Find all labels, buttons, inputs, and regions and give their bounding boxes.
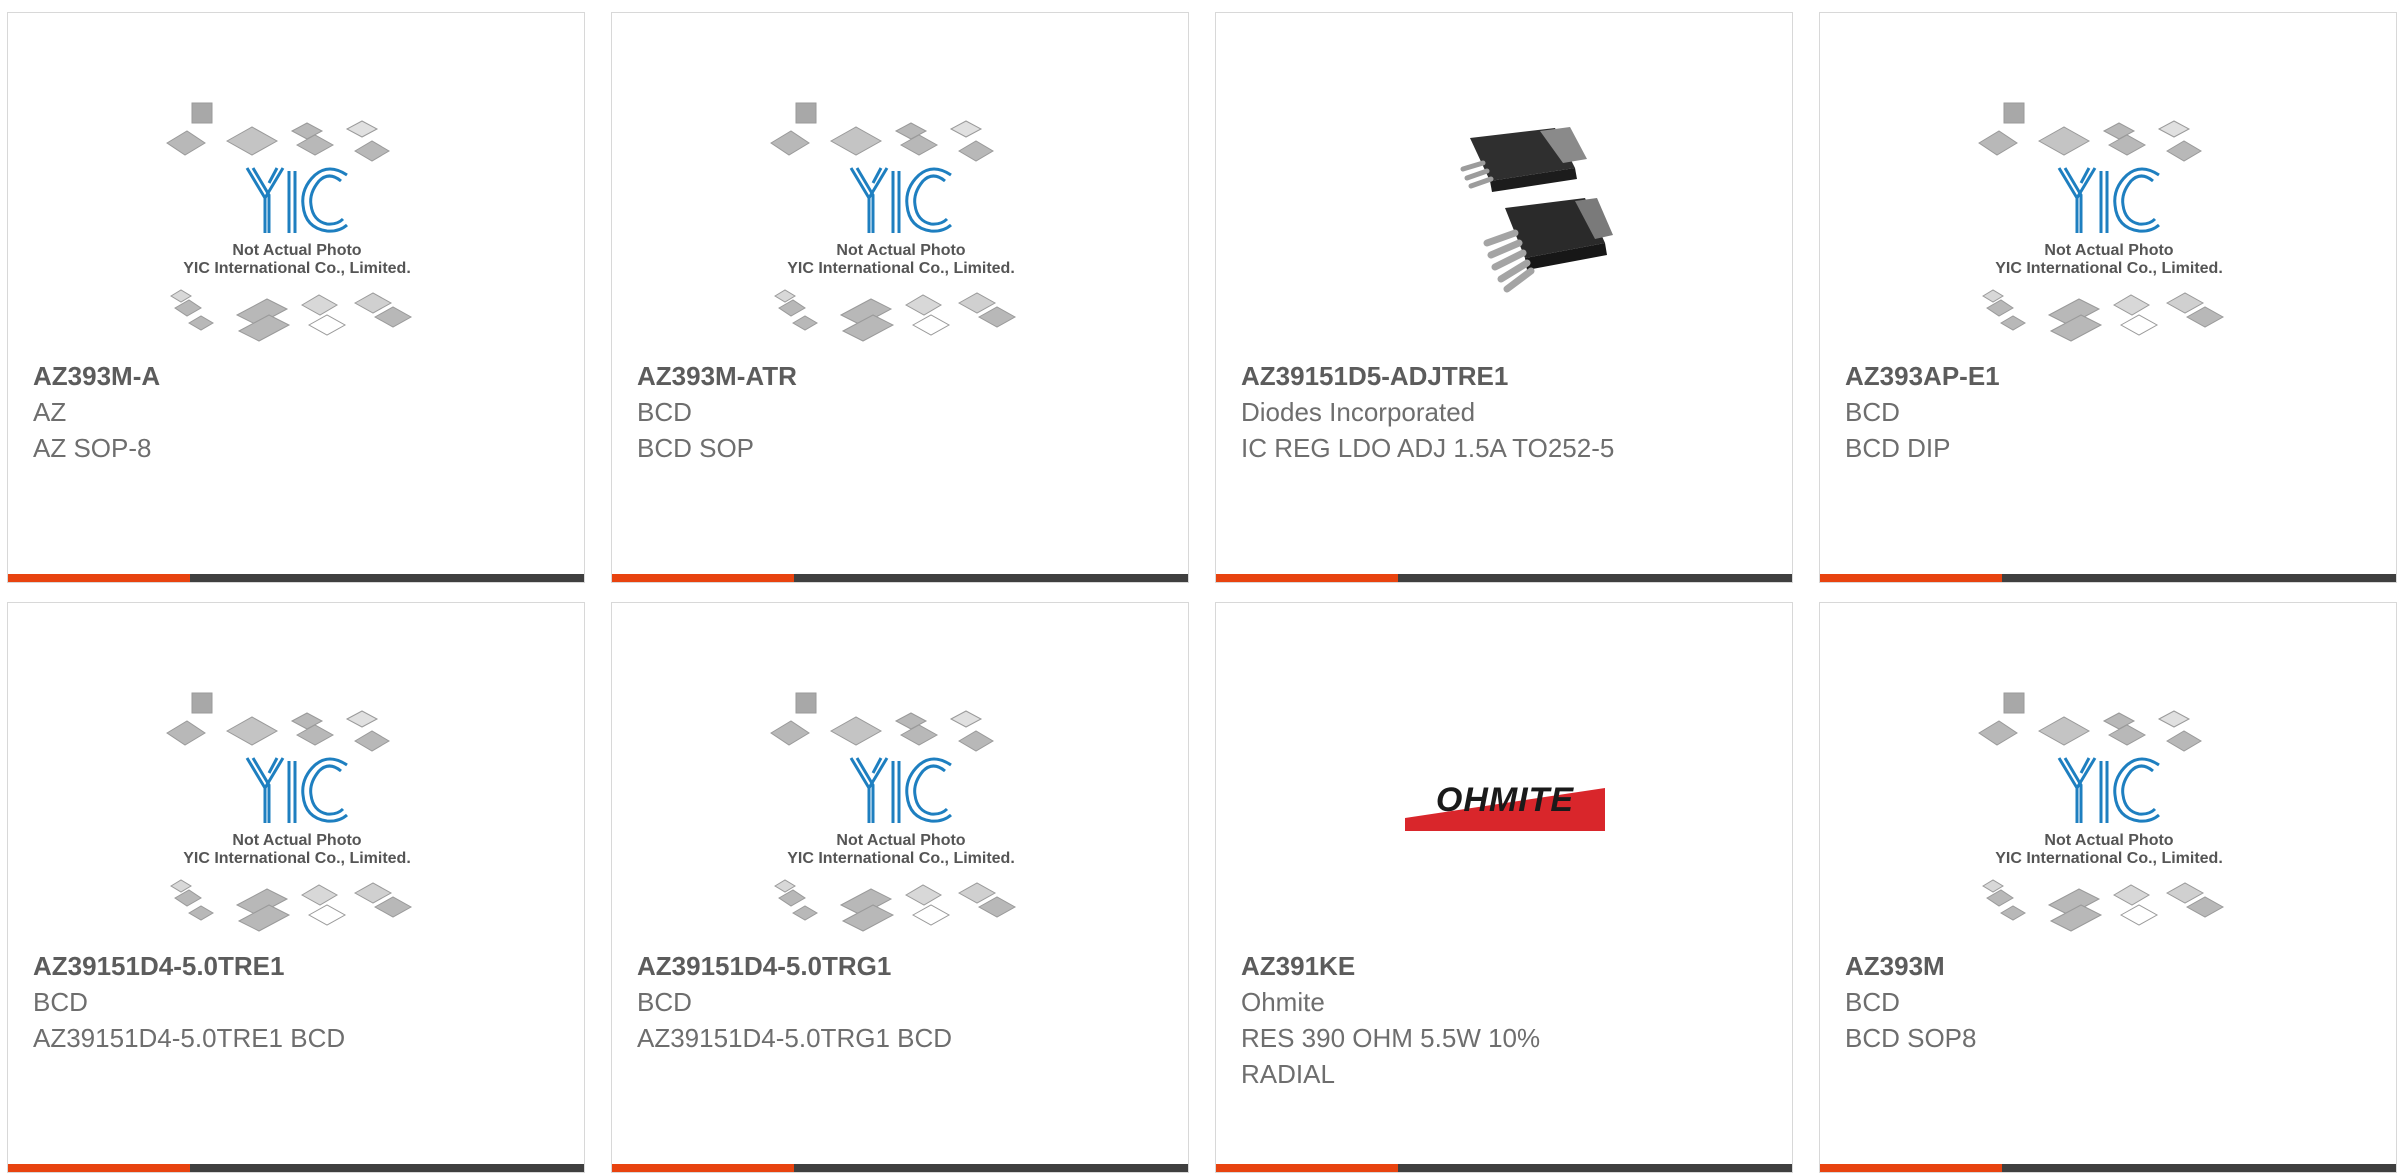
card-accent-bar <box>1216 1164 1398 1172</box>
card-accent-bar <box>612 574 794 582</box>
product-card[interactable]: Not Actual Photo YIC International Co., … <box>1819 602 2397 1173</box>
manufacturer: BCD <box>1845 397 1900 427</box>
product-image[interactable]: Not Actual Photo YIC International Co., … <box>8 683 584 943</box>
placeholder-caption-2: YIC International Co., Limited. <box>1995 850 2223 867</box>
product-image[interactable] <box>1216 93 1792 353</box>
card-accent-bar <box>1216 574 1398 582</box>
part-number[interactable]: AZ393M-A <box>33 358 563 394</box>
ohmite-logo: OHMITE <box>1405 781 1605 831</box>
card-accent-bar <box>8 1164 190 1172</box>
manufacturer: BCD <box>33 987 88 1017</box>
product-image[interactable]: Not Actual Photo YIC International Co., … <box>8 93 584 353</box>
yic-placeholder-image: Not Actual Photo YIC International Co., … <box>1978 692 2225 932</box>
product-card[interactable]: Not Actual Photo YIC International Co., … <box>7 602 585 1173</box>
manufacturer: BCD <box>637 987 692 1017</box>
card-bottom-bar <box>1820 574 2396 582</box>
card-accent-bar <box>612 1164 794 1172</box>
part-number[interactable]: AZ391KE <box>1241 948 1771 984</box>
product-card[interactable]: Not Actual Photo YIC International Co., … <box>611 602 1189 1173</box>
product-image[interactable]: Not Actual Photo YIC International Co., … <box>1820 683 2396 943</box>
part-number[interactable]: AZ393AP-E1 <box>1845 358 2375 394</box>
product-card[interactable]: Not Actual Photo YIC International Co., … <box>611 12 1189 583</box>
yic-placeholder-image: Not Actual Photo YIC International Co., … <box>166 102 413 342</box>
manufacturer: BCD <box>637 397 692 427</box>
manufacturer: Diodes Incorporated <box>1241 397 1476 427</box>
description: IC REG LDO ADJ 1.5A TO252-5 <box>1241 433 1615 463</box>
product-info: AZ393AP-E1 BCD BCD DIP <box>1845 358 2375 466</box>
placeholder-caption-1: Not Actual Photo <box>836 242 965 259</box>
card-bottom-bar <box>612 574 1188 582</box>
product-grid: Not Actual Photo YIC International Co., … <box>0 0 2400 1173</box>
placeholder-caption-1: Not Actual Photo <box>232 832 361 849</box>
part-number[interactable]: AZ39151D5-ADJTRE1 <box>1241 358 1771 394</box>
yic-placeholder-image: Not Actual Photo YIC International Co., … <box>770 692 1017 932</box>
card-bottom-bar <box>1216 1164 1792 1172</box>
description: BCD SOP8 <box>1845 1023 1977 1053</box>
product-card[interactable]: Not Actual Photo YIC International Co., … <box>7 12 585 583</box>
product-image[interactable]: Not Actual Photo YIC International Co., … <box>1820 93 2396 353</box>
to252-package-photo <box>1460 127 1613 293</box>
part-number[interactable]: AZ39151D4-5.0TRE1 <box>33 948 563 984</box>
card-accent-bar <box>1820 574 2002 582</box>
description: BCD DIP <box>1845 433 1951 463</box>
manufacturer: AZ <box>33 397 67 427</box>
card-accent-bar <box>8 574 190 582</box>
card-bottom-bar <box>1820 1164 2396 1172</box>
description: BCD SOP <box>637 433 755 463</box>
product-info: AZ39151D5-ADJTRE1 Diodes Incorporated IC… <box>1241 358 1771 466</box>
product-image[interactable]: Not Actual Photo YIC International Co., … <box>612 93 1188 353</box>
part-number[interactable]: AZ393M-ATR <box>637 358 1167 394</box>
placeholder-caption-1: Not Actual Photo <box>2044 242 2173 259</box>
product-info: AZ391KE Ohmite RES 390 OHM 5.5W 10% RADI… <box>1241 948 1771 1092</box>
product-card[interactable]: AZ39151D5-ADJTRE1 Diodes Incorporated IC… <box>1215 12 1793 583</box>
product-info: AZ39151D4-5.0TRG1 BCD AZ39151D4-5.0TRG1 … <box>637 948 1167 1056</box>
card-bottom-bar <box>8 574 584 582</box>
placeholder-caption-2: YIC International Co., Limited. <box>183 850 411 867</box>
yic-placeholder-image: Not Actual Photo YIC International Co., … <box>1978 102 2225 342</box>
placeholder-caption-1: Not Actual Photo <box>836 832 965 849</box>
product-info: AZ393M-A AZ AZ SOP-8 <box>33 358 563 466</box>
manufacturer: Ohmite <box>1241 987 1325 1017</box>
product-card[interactable]: Not Actual Photo YIC International Co., … <box>1819 12 2397 583</box>
placeholder-caption-1: Not Actual Photo <box>232 242 361 259</box>
product-info: AZ39151D4-5.0TRE1 BCD AZ39151D4-5.0TRE1 … <box>33 948 563 1056</box>
description-line-2: RADIAL <box>1241 1059 1335 1089</box>
product-info: AZ393M BCD BCD SOP8 <box>1845 948 2375 1056</box>
yic-placeholder-image: Not Actual Photo YIC International Co., … <box>166 692 413 932</box>
description: AZ39151D4-5.0TRG1 BCD <box>637 1023 953 1053</box>
placeholder-caption-2: YIC International Co., Limited. <box>1995 260 2223 277</box>
description: AZ SOP-8 <box>33 433 152 463</box>
manufacturer: BCD <box>1845 987 1900 1017</box>
placeholder-caption-2: YIC International Co., Limited. <box>787 260 1015 277</box>
product-info: AZ393M-ATR BCD BCD SOP <box>637 358 1167 466</box>
product-card[interactable]: OHMITE AZ391KE Ohmite RES 390 OHM 5.5W 1… <box>1215 602 1793 1173</box>
placeholder-caption-2: YIC International Co., Limited. <box>183 260 411 277</box>
description: AZ39151D4-5.0TRE1 BCD <box>33 1023 346 1053</box>
part-number[interactable]: AZ39151D4-5.0TRG1 <box>637 948 1167 984</box>
placeholder-caption-2: YIC International Co., Limited. <box>787 850 1015 867</box>
product-image[interactable]: Not Actual Photo YIC International Co., … <box>612 683 1188 943</box>
card-bottom-bar <box>8 1164 584 1172</box>
placeholder-caption-1: Not Actual Photo <box>2044 832 2173 849</box>
product-image[interactable]: OHMITE <box>1216 683 1792 943</box>
part-number[interactable]: AZ393M <box>1845 948 2375 984</box>
ohmite-logo-text: OHMITE <box>1436 781 1575 819</box>
card-bottom-bar <box>612 1164 1188 1172</box>
description-line-1: RES 390 OHM 5.5W 10% <box>1241 1023 1541 1053</box>
yic-placeholder-image: Not Actual Photo YIC International Co., … <box>770 102 1017 342</box>
card-bottom-bar <box>1216 574 1792 582</box>
card-accent-bar <box>1820 1164 2002 1172</box>
